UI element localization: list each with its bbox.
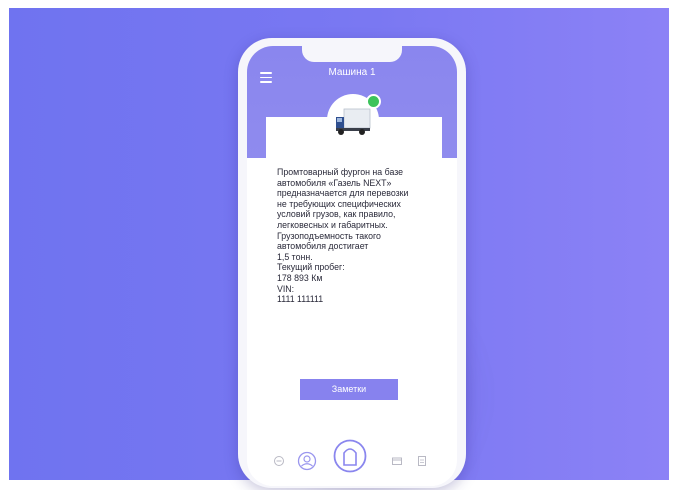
vin-label: VIN:: [277, 283, 295, 294]
truck-icon: [336, 108, 371, 135]
phone-notch: [302, 46, 402, 62]
app-screen: Машина 1 Промтоварный фургон на базе авт…: [247, 46, 457, 486]
description-line: Грузоподъемность такого: [277, 230, 381, 241]
chat-icon[interactable]: [273, 455, 285, 467]
home-icon[interactable]: [333, 439, 367, 473]
status-online-dot: [366, 94, 381, 109]
vin-value: 1111 111111: [277, 294, 324, 305]
description-line: легковесных и габаритных.: [277, 219, 388, 230]
description-line: не требующих специфических: [277, 198, 401, 209]
description-line: автомобиля достигает: [277, 241, 369, 252]
description-line: автомобиля «Газель NEXT»: [277, 177, 392, 188]
page-title: Машина 1: [328, 67, 376, 78]
document-icon[interactable]: [417, 455, 427, 467]
description-line: предназначается для перевозки: [277, 188, 409, 199]
description-line: Промтоварный фургон на базе: [277, 167, 404, 177]
wallet-icon[interactable]: [391, 455, 403, 467]
mileage-value: 178 893 Км: [277, 272, 323, 283]
mileage-label: Текущий пробег:: [277, 262, 345, 273]
description-line: 1,5 тонн.: [277, 251, 313, 262]
vehicle-description: Промтоварный фургон на базе автомобиля «…: [277, 167, 445, 305]
description-line: условий грузов, как правило,: [277, 209, 396, 220]
notes-button[interactable]: Заметки: [300, 379, 398, 400]
profile-icon[interactable]: [297, 451, 317, 471]
